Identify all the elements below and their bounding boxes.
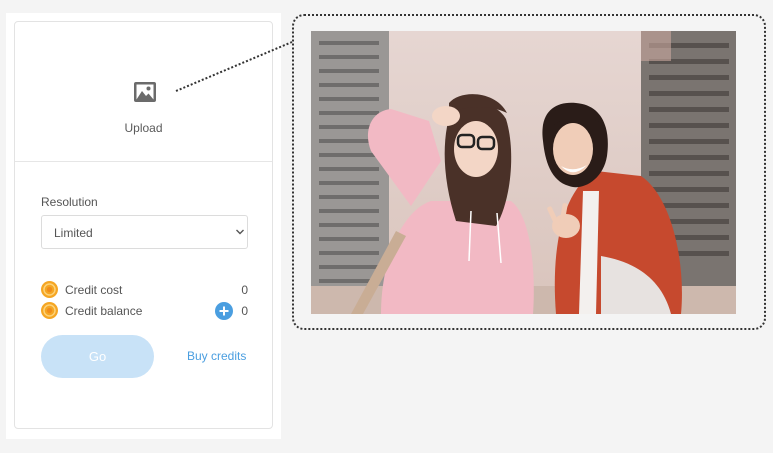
credit-balance-row: Credit balance 0 (41, 302, 248, 320)
resolution-select[interactable]: Limited (41, 215, 248, 249)
credit-cost-row: Credit cost 0 (41, 281, 248, 299)
buy-credits-link[interactable]: Buy credits (187, 349, 246, 363)
credit-cost-label: Credit cost (65, 283, 123, 297)
credit-balance-value: 0 (241, 304, 248, 318)
coin-icon (41, 281, 58, 298)
resolution-label: Resolution (41, 195, 98, 209)
plus-circle-icon[interactable] (215, 302, 233, 320)
upload-dropzone[interactable]: Upload (15, 22, 272, 162)
credit-cost-value: 0 (241, 283, 248, 297)
credit-balance-label: Credit balance (65, 304, 143, 318)
control-panel: Upload Resolution Limited Credit cost 0 (14, 21, 273, 429)
chevron-down-icon (236, 229, 244, 235)
photo-illustration (311, 31, 736, 314)
image-icon (134, 82, 156, 102)
preview-photo (311, 31, 736, 314)
upload-label: Upload (124, 121, 163, 135)
coin-icon (41, 302, 58, 319)
resolution-selected-value: Limited (54, 226, 93, 240)
go-button[interactable]: Go (41, 335, 154, 378)
app-stage: Upload Resolution Limited Credit cost 0 (0, 0, 773, 453)
